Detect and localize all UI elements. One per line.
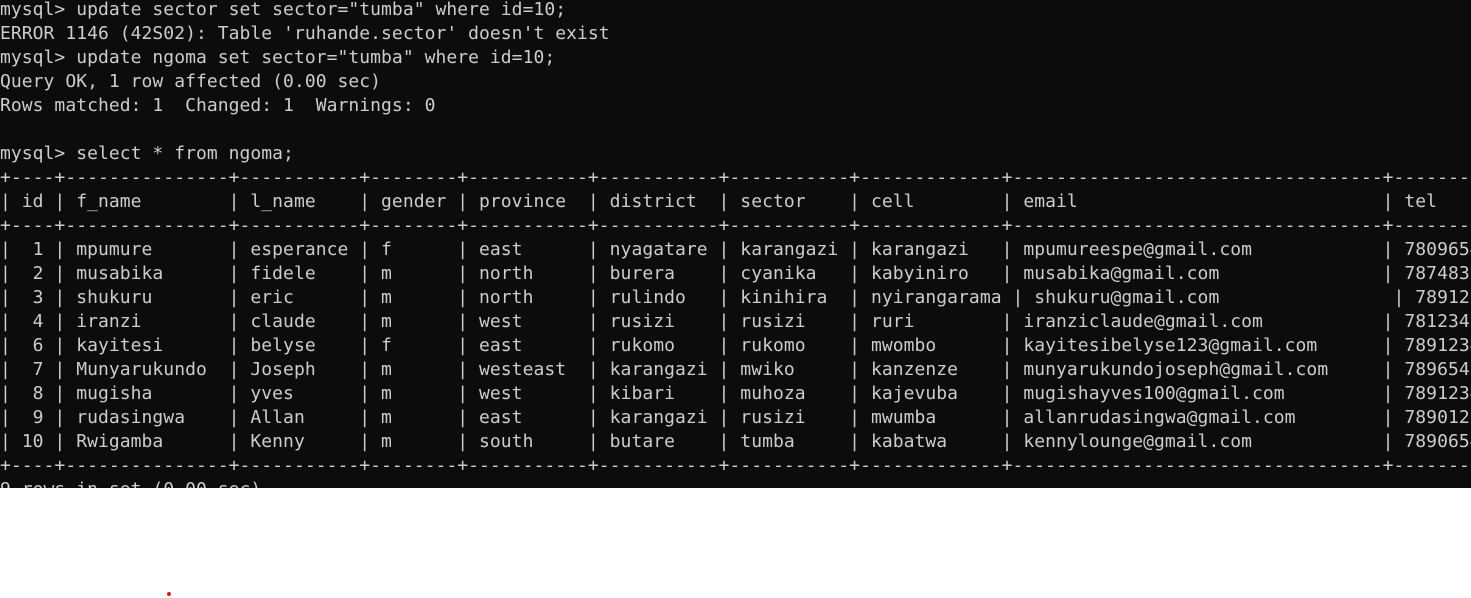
table-row: | 10 | Rwigamba | Kenny | m | south | bu… — [0, 431, 1471, 452]
terminal-line: mysql> select * from ngoma; — [0, 143, 294, 164]
table-row: | 8 | mugisha | yves | m | west | kibari… — [0, 383, 1471, 404]
table-row: | 6 | kayitesi | belyse | f | east | ruk… — [0, 335, 1471, 356]
red-dot-marker — [167, 592, 171, 596]
terminal-line: Query OK, 1 row affected (0.00 sec) — [0, 71, 382, 92]
table-border: +----+---------------+-----------+------… — [0, 455, 1471, 476]
terminal-line: mysql> update sector set sector="tumba" … — [0, 0, 567, 20]
row-count-line: 9 rows in set (0.00 sec) — [0, 478, 261, 488]
mysql-terminal-output[interactable]: mysql> update sector set sector="tumba" … — [0, 0, 1471, 488]
terminal-line: ERROR 1146 (42S02): Table 'ruhande.secto… — [0, 23, 610, 44]
table-border: +----+---------------+-----------+------… — [0, 215, 1471, 236]
table-header-row: | id | f_name | l_name | gender | provin… — [0, 191, 1438, 212]
terminal-line: mysql> update ngoma set sector="tumba" w… — [0, 47, 556, 68]
table-row: | 9 | rudasingwa | Allan | m | east | ka… — [0, 407, 1471, 428]
table-border: +----+---------------+-----------+------… — [0, 167, 1471, 188]
table-row: | 3 | shukuru | eric | m | north | rulin… — [0, 287, 1471, 308]
table-row: | 2 | musabika | fidele | m | north | bu… — [0, 263, 1471, 284]
table-row: | 4 | iranzi | claude | m | west | rusiz… — [0, 311, 1471, 332]
terminal-line: Rows matched: 1 Changed: 1 Warnings: 0 — [0, 95, 436, 116]
table-row: | 1 | mpumure | esperance | f | east | n… — [0, 239, 1471, 260]
table-row: | 7 | Munyarukundo | Joseph | m | westea… — [0, 359, 1471, 380]
